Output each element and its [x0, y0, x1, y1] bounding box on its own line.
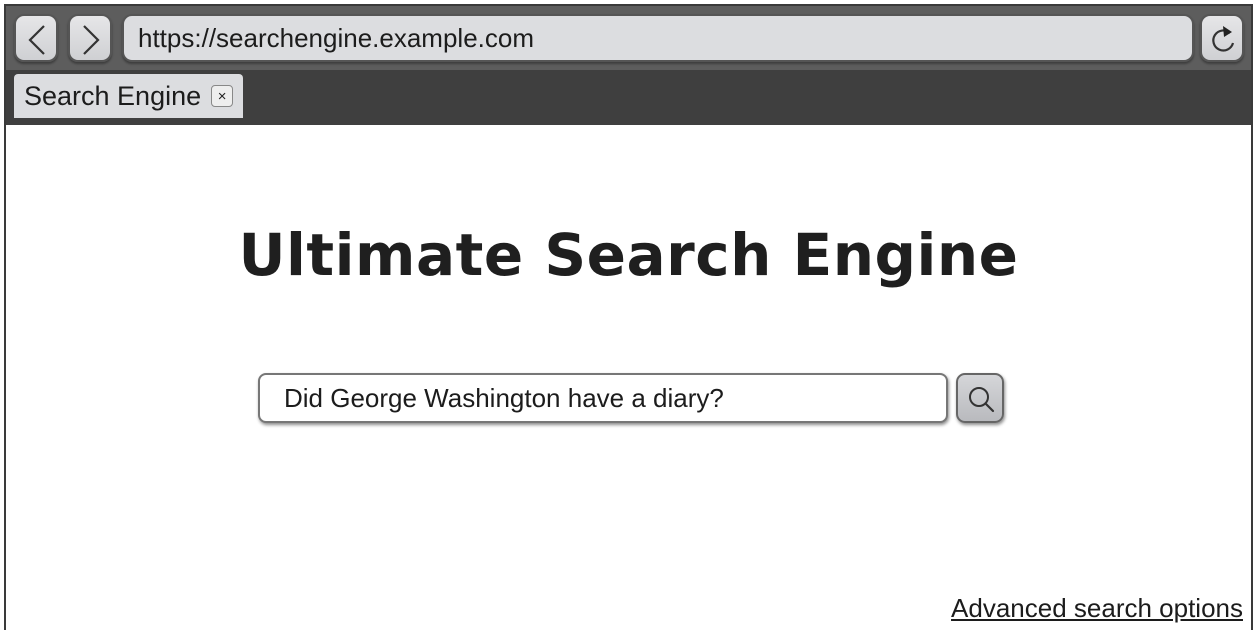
- search-button[interactable]: [956, 373, 1004, 423]
- magnifier-icon: [969, 387, 995, 413]
- search-query-text: Did George Washington have a diary?: [284, 382, 724, 413]
- forward-button[interactable]: [68, 14, 112, 62]
- browser-toolbar: https://searchengine.example.com: [6, 6, 1251, 70]
- page-content: Ultimate Search Engine Did George Washin…: [6, 125, 1251, 630]
- chevron-left-icon: [28, 25, 45, 55]
- reload-button[interactable]: [1200, 14, 1244, 62]
- tab-label: Search Engine: [24, 80, 202, 111]
- url-text: https://searchengine.example.com: [138, 22, 534, 53]
- back-button[interactable]: [14, 14, 58, 62]
- close-icon[interactable]: ×: [211, 85, 234, 107]
- search-input[interactable]: Did George Washington have a diary?: [258, 373, 948, 423]
- page-title: Ultimate Search Engine: [238, 221, 1019, 289]
- tab-search-engine[interactable]: Search Engine ×: [14, 74, 244, 118]
- address-bar[interactable]: https://searchengine.example.com: [122, 14, 1194, 62]
- browser-window: https://searchengine.example.com Search …: [4, 4, 1253, 630]
- advanced-search-link[interactable]: Advanced search options: [951, 593, 1243, 624]
- chevron-right-icon: [83, 25, 100, 55]
- tab-strip: Search Engine ×: [6, 70, 1251, 125]
- reload-icon: [1212, 26, 1235, 52]
